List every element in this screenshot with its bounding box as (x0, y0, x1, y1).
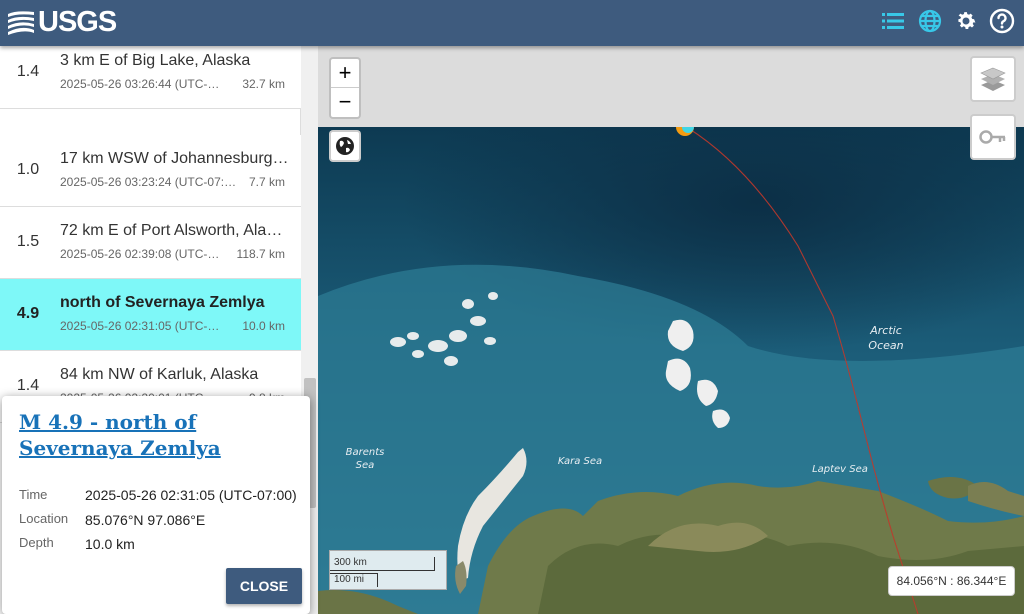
barents-sea-label: Barents (346, 447, 385, 458)
event-item-selected[interactable]: 4.9 north of Severnaya Zemlya 2025-05-26… (0, 279, 301, 351)
event-depth: 118.7 km (236, 247, 285, 261)
event-depth: 32.7 km (242, 77, 285, 91)
kara-sea-label: Kara Sea (558, 456, 602, 467)
usgs-logo[interactable]: USGS (6, 5, 117, 38)
event-place: 72 km E of Port Alsworth, Alaska (60, 222, 290, 239)
help-icon[interactable] (989, 8, 1015, 34)
zoom-in-button[interactable]: + (331, 59, 359, 88)
event-magnitude: 1.4 (16, 377, 40, 394)
scale-km: 300 km (330, 557, 435, 571)
zoom-control: + − (329, 57, 361, 119)
cursor-coordinates: 84.056°N : 86.344°E (888, 566, 1015, 596)
event-time: 2025-05-26 03:23:24 (UTC-07:00) (60, 175, 240, 189)
map-scale: 300 km 100 mi (329, 550, 447, 590)
depth-label: Depth (19, 535, 54, 550)
map-view[interactable]: Arctic Ocean Barents Sea Kara Sea Laptev… (318, 46, 1024, 614)
location-label: Location (19, 511, 69, 526)
time-value: 2025-05-26 02:31:05 (UTC-07:00) (85, 487, 297, 503)
globe-icon (336, 137, 354, 155)
event-time: 2025-05-26 02:39:08 (UTC-07:00) (60, 247, 225, 261)
event-place: 3 km E of Big Lake, Alaska (60, 52, 251, 69)
close-button[interactable]: CLOSE (226, 568, 302, 604)
layers-button[interactable] (970, 56, 1016, 102)
event-magnitude: 1.5 (16, 233, 40, 250)
list-icon[interactable] (880, 8, 906, 34)
popup-title-link[interactable]: M 4.9 - north of Severnaya Zemlya (19, 409, 279, 461)
app-header: USGS (0, 0, 1024, 46)
location-value: 85.076°N 97.086°E (85, 512, 206, 528)
time-label: Time (19, 487, 48, 502)
zoom-out-button[interactable]: − (331, 88, 359, 117)
depth-value: 10.0 km (85, 536, 135, 552)
laptev-sea-label: Laptev Sea (812, 464, 868, 475)
arctic-ocean-label-2: Ocean (868, 339, 903, 352)
event-item[interactable]: 1.0 17 km WSW of Johannesburg, Californi… (0, 135, 301, 207)
event-depth: 10.0 km (242, 319, 285, 333)
arctic-ocean-label: Arctic (869, 324, 902, 337)
event-time: 2025-05-26 03:26:44 (UTC-07:00) (60, 77, 225, 91)
event-depth: 7.7 km (248, 175, 285, 189)
satellite-basemap: Arctic Ocean Barents Sea Kara Sea Laptev… (318, 46, 1024, 614)
scale-mi: 100 mi (330, 573, 378, 587)
event-place: 84 km NW of Karluk, Alaska (60, 366, 259, 383)
event-place: north of Severnaya Zemlya (60, 294, 265, 311)
layers-icon (980, 67, 1006, 91)
gear-icon[interactable] (953, 8, 979, 34)
globe-view-button[interactable] (329, 130, 361, 162)
key-icon (979, 130, 1006, 144)
event-item[interactable]: 1.4 3 km E of Big Lake, Alaska 2025-05-2… (0, 46, 301, 109)
legend-button[interactable] (970, 114, 1016, 160)
barents-sea-label-2: Sea (356, 460, 375, 471)
event-time: 2025-05-26 02:31:05 (UTC-07:00) (60, 319, 225, 333)
usgs-wave-icon (8, 11, 34, 35)
event-magnitude: 1.4 (16, 63, 40, 80)
logo-text: USGS (38, 5, 117, 38)
event-magnitude: 1.0 (16, 161, 40, 178)
globe-icon[interactable] (917, 8, 943, 34)
event-magnitude: 4.9 (16, 305, 40, 322)
event-place: 17 km WSW of Johannesburg, California (60, 150, 290, 167)
event-item[interactable]: 1.5 72 km E of Port Alsworth, Alaska 202… (0, 207, 301, 279)
event-popup: M 4.9 - north of Severnaya Zemlya Time 2… (2, 396, 310, 614)
